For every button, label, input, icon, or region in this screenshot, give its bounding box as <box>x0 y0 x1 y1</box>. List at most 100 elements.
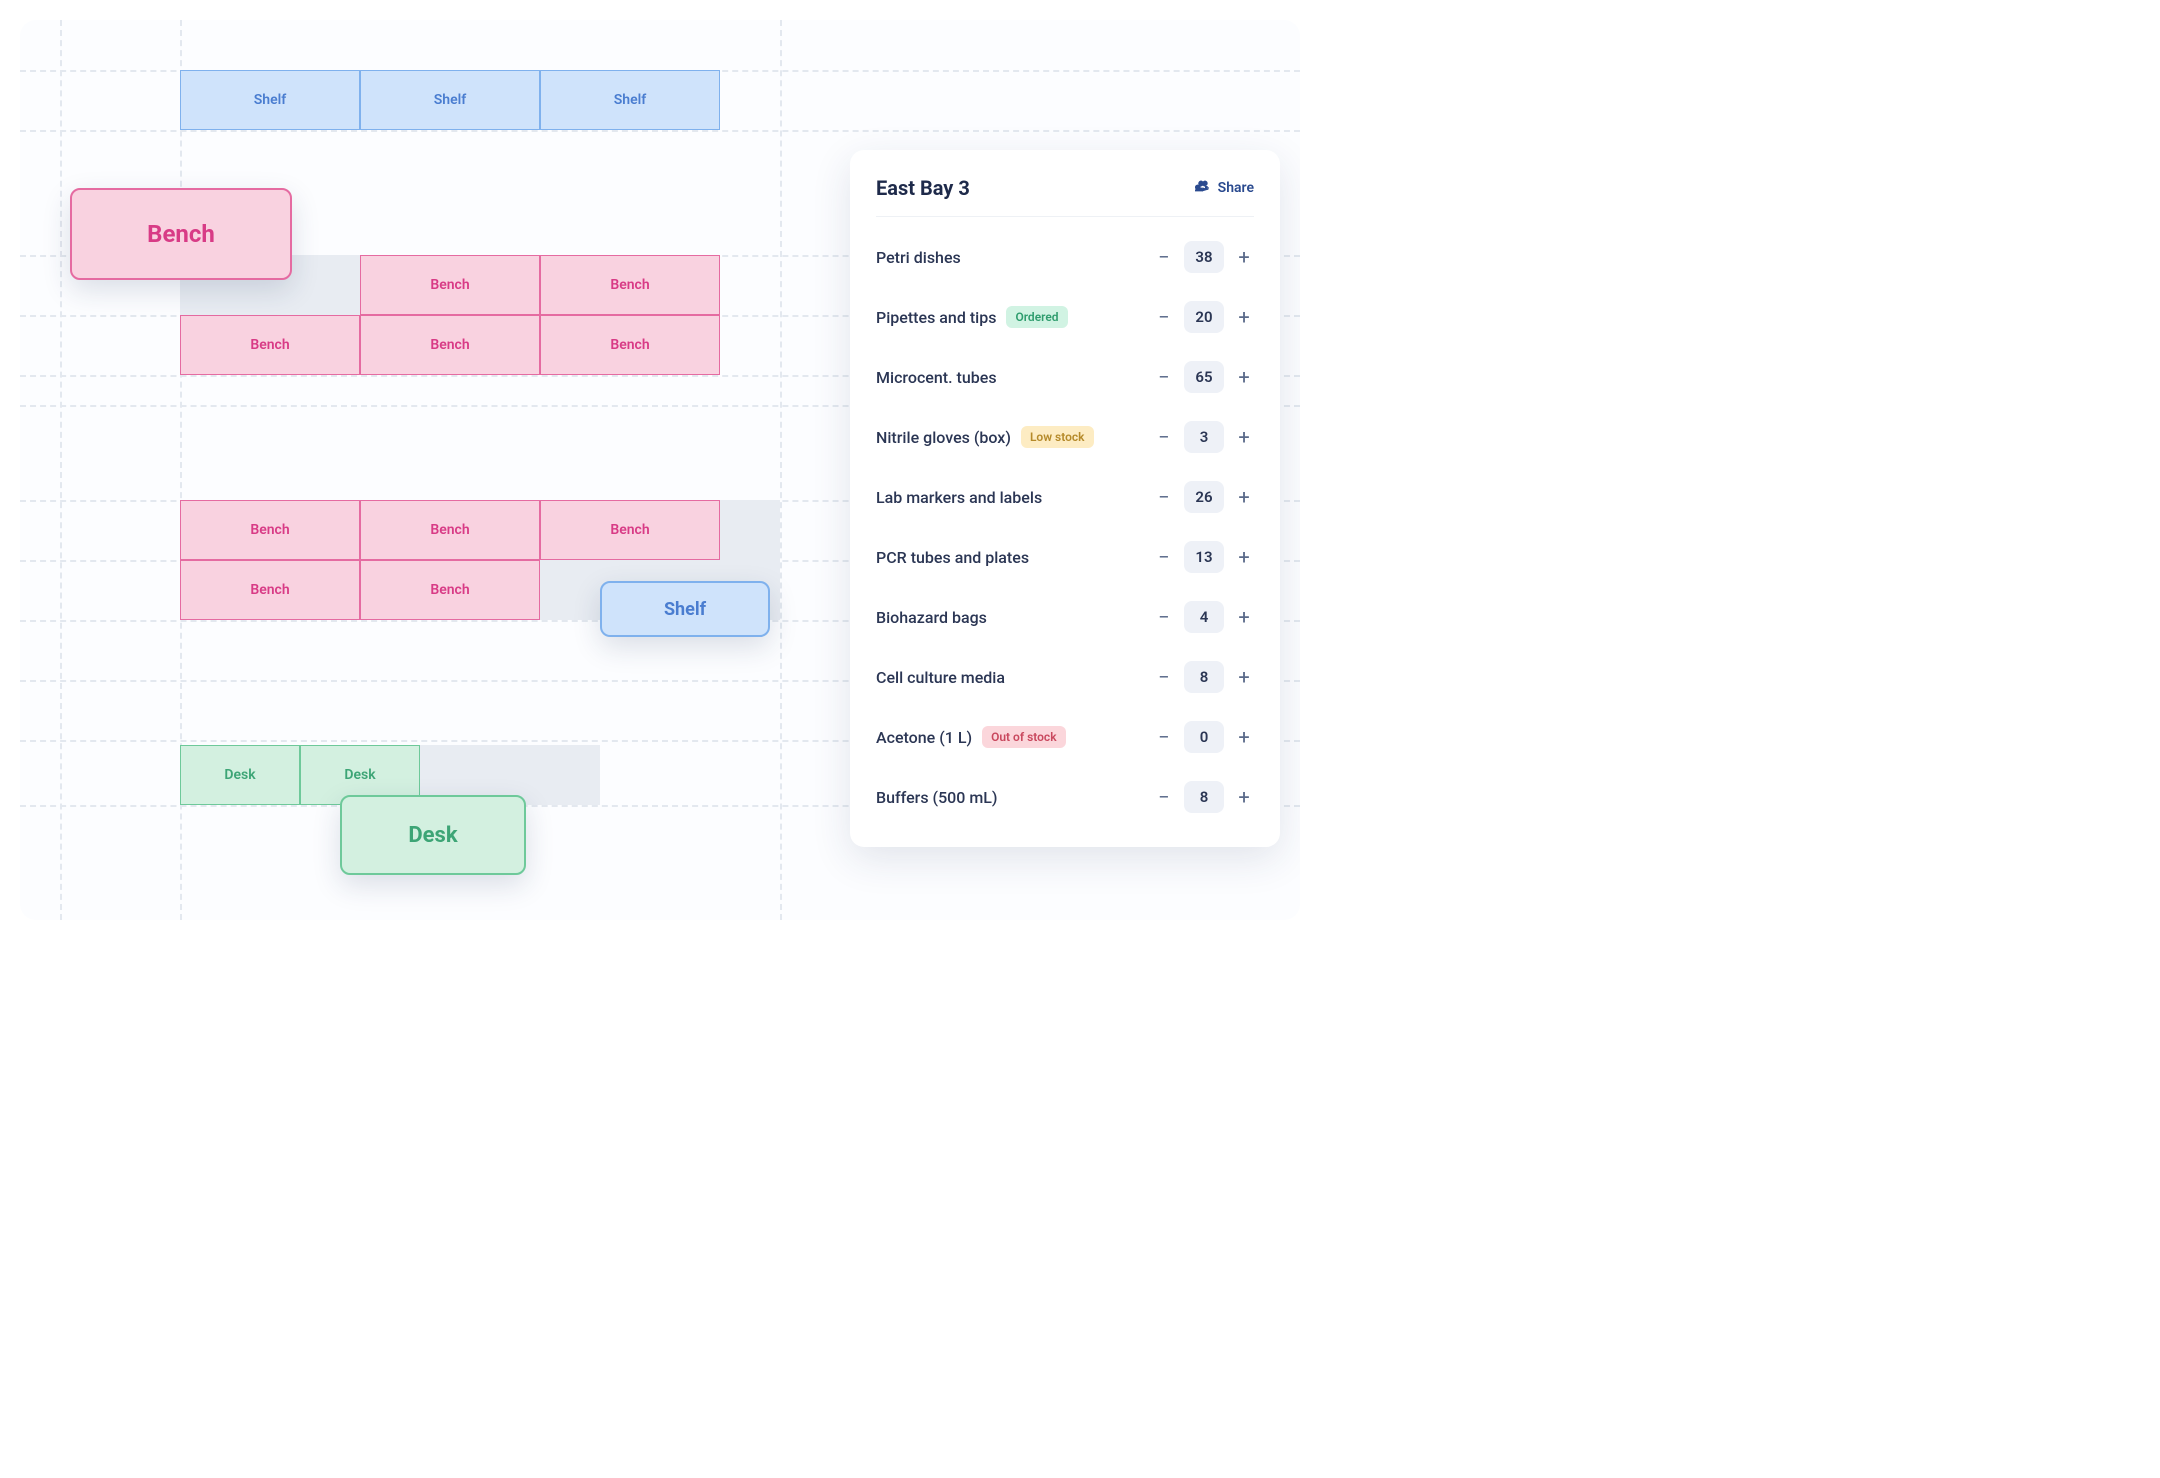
inventory-row: Acetone (1 L) Out of stock −0 + <box>876 707 1254 767</box>
bench-tile[interactable]: Bench <box>540 315 720 375</box>
increment-button[interactable]: + <box>1234 367 1254 387</box>
bench-tile[interactable]: Bench <box>360 315 540 375</box>
tile-label: Shelf <box>614 92 647 108</box>
increment-button[interactable]: + <box>1234 547 1254 567</box>
shelf-tile[interactable]: Shelf <box>180 70 360 130</box>
increment-button[interactable]: + <box>1234 607 1254 627</box>
inventory-panel: East Bay 3 Share Petri dishes−38+Pipette… <box>850 150 1280 847</box>
bench-tile[interactable]: Bench <box>360 255 540 315</box>
inventory-row-left: Acetone (1 L) Out of stock <box>876 726 1066 748</box>
tile-label: Desk <box>408 823 457 848</box>
quantity-value: 38 <box>1184 241 1224 273</box>
quantity-stepper: −8 + <box>1154 781 1254 813</box>
quantity-value: 3 <box>1184 421 1224 453</box>
inventory-item-name: Lab markers and labels <box>876 488 1042 507</box>
panel-title: East Bay 3 <box>876 176 970 200</box>
tile-label: Shelf <box>254 92 287 108</box>
increment-button[interactable]: + <box>1234 307 1254 327</box>
inventory-item-name: Nitrile gloves (box) <box>876 428 1011 447</box>
tile-label: Bench <box>430 337 469 353</box>
inventory-row-left: Nitrile gloves (box) Low stock <box>876 426 1094 448</box>
quantity-value: 8 <box>1184 661 1224 693</box>
decrement-button[interactable]: − <box>1154 727 1174 747</box>
decrement-button[interactable]: − <box>1154 607 1174 627</box>
bench-tile[interactable]: Bench <box>180 315 360 375</box>
inventory-row: Cell culture media −8 + <box>876 647 1254 707</box>
inventory-item-name: Acetone (1 L) <box>876 728 972 747</box>
quantity-stepper: −8 + <box>1154 661 1254 693</box>
tile-label: Bench <box>430 522 469 538</box>
decrement-button[interactable]: − <box>1154 787 1174 807</box>
inventory-row: Biohazard bags−4+ <box>876 587 1254 647</box>
tile-label: Shelf <box>664 599 706 620</box>
tile-label: Bench <box>250 337 289 353</box>
quantity-stepper: −20 + <box>1154 301 1254 333</box>
quantity-value: 4 <box>1184 601 1224 633</box>
decrement-button[interactable]: − <box>1154 367 1174 387</box>
tile-label: Bench <box>430 277 469 293</box>
tile-label: Desk <box>224 767 255 783</box>
tile-label: Shelf <box>434 92 467 108</box>
status-badge: Low stock <box>1021 426 1094 448</box>
status-badge: Ordered <box>1006 306 1067 328</box>
inventory-item-name: PCR tubes and plates <box>876 548 1029 567</box>
increment-button[interactable]: + <box>1234 727 1254 747</box>
tile-label: Bench <box>610 277 649 293</box>
floorplan-canvas: Shelf Shelf Shelf Bench Bench Bench Benc… <box>20 20 1300 920</box>
inventory-row-left: Buffers (500 mL) <box>876 788 998 807</box>
decrement-button[interactable]: − <box>1154 547 1174 567</box>
shelf-tile-dragging[interactable]: Shelf <box>600 581 770 637</box>
quantity-value: 20 <box>1184 301 1224 333</box>
inventory-row: PCR tubes and plates −13 + <box>876 527 1254 587</box>
quantity-value: 0 <box>1184 721 1224 753</box>
increment-button[interactable]: + <box>1234 487 1254 507</box>
inventory-row-left: Lab markers and labels <box>876 488 1042 507</box>
share-label: Share <box>1218 180 1254 196</box>
desk-tile-dragging[interactable]: Desk <box>340 795 526 875</box>
quantity-stepper: −26+ <box>1154 481 1254 513</box>
bench-tile[interactable]: Bench <box>540 255 720 315</box>
quantity-value: 65 <box>1184 361 1224 393</box>
bench-tile[interactable]: Bench <box>540 500 720 560</box>
shelf-tile[interactable]: Shelf <box>360 70 540 130</box>
share-button[interactable]: Share <box>1195 178 1254 198</box>
inventory-row: Lab markers and labels −26+ <box>876 467 1254 527</box>
decrement-button[interactable]: − <box>1154 487 1174 507</box>
bench-tile[interactable]: Bench <box>180 560 360 620</box>
inventory-row-left: Pipettes and tipsOrdered <box>876 306 1068 328</box>
inventory-row: Microcent. tubes −65 + <box>876 347 1254 407</box>
quantity-stepper: −38 + <box>1154 241 1254 273</box>
inventory-list: Petri dishes−38+Pipettes and tipsOrdered… <box>876 227 1254 827</box>
inventory-row: Nitrile gloves (box) Low stock −3 + <box>876 407 1254 467</box>
quantity-value: 13 <box>1184 541 1224 573</box>
shelf-tile[interactable]: Shelf <box>540 70 720 130</box>
increment-button[interactable]: + <box>1234 427 1254 447</box>
decrement-button[interactable]: − <box>1154 307 1174 327</box>
decrement-button[interactable]: − <box>1154 667 1174 687</box>
quantity-stepper: −13 + <box>1154 541 1254 573</box>
quantity-value: 8 <box>1184 781 1224 813</box>
tile-label: Bench <box>250 522 289 538</box>
status-badge: Out of stock <box>982 726 1065 748</box>
tile-label: Bench <box>250 582 289 598</box>
desk-tile[interactable]: Desk <box>180 745 300 805</box>
bench-tile[interactable]: Bench <box>360 500 540 560</box>
increment-button[interactable]: + <box>1234 667 1254 687</box>
bench-tile[interactable]: Bench <box>360 560 540 620</box>
inventory-row-left: Petri dishes <box>876 248 961 267</box>
bench-tile[interactable]: Bench <box>180 500 360 560</box>
tile-label: Desk <box>344 767 375 783</box>
inventory-row: Buffers (500 mL) −8 + <box>876 767 1254 827</box>
placeholder-tile <box>720 500 780 560</box>
decrement-button[interactable]: − <box>1154 427 1174 447</box>
increment-button[interactable]: + <box>1234 247 1254 267</box>
quantity-stepper: −0 + <box>1154 721 1254 753</box>
panel-header: East Bay 3 Share <box>876 176 1254 217</box>
inventory-row-left: Microcent. tubes <box>876 368 997 387</box>
inventory-item-name: Buffers (500 mL) <box>876 788 998 807</box>
bench-tile-dragging[interactable]: Bench <box>70 188 292 280</box>
inventory-row-left: Cell culture media <box>876 668 1005 687</box>
quantity-stepper: −65 + <box>1154 361 1254 393</box>
decrement-button[interactable]: − <box>1154 247 1174 267</box>
increment-button[interactable]: + <box>1234 787 1254 807</box>
